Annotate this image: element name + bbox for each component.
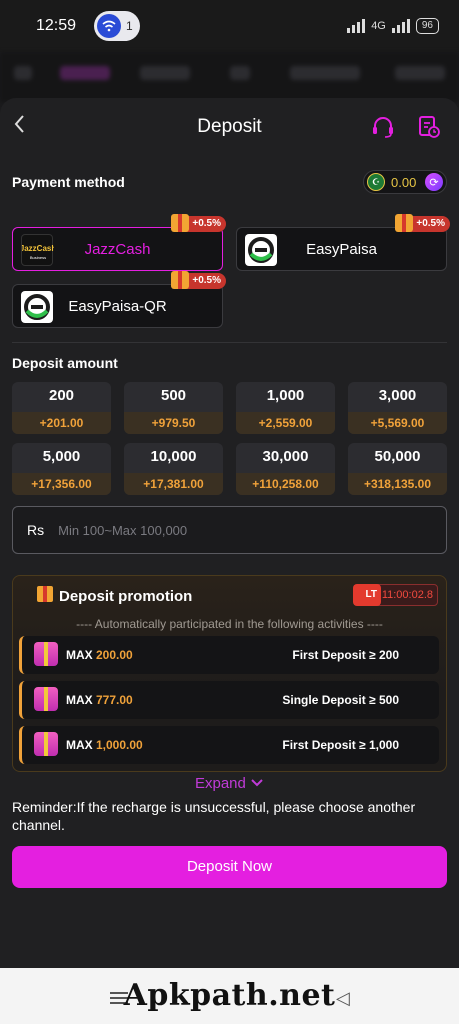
watermark: Apkpath.net bbox=[123, 978, 336, 1013]
headset-icon bbox=[373, 117, 393, 138]
svg-text:JazzCash: JazzCash bbox=[22, 244, 54, 253]
gift-icon bbox=[171, 214, 190, 232]
timer-value: 11:00:02.8 bbox=[381, 589, 433, 601]
expand-label: Expand bbox=[194, 775, 246, 792]
amount-value: 5,000 bbox=[42, 448, 81, 465]
amount-input[interactable] bbox=[58, 522, 419, 538]
network-type: 4G bbox=[371, 20, 386, 32]
amount-value: 10,000 bbox=[150, 448, 197, 465]
deposit-promotion-panel: Deposit promotion LT 11:00:02.8 ---- Aut… bbox=[12, 575, 447, 772]
reminder-text: Reminder:If the recharge is unsuccessful… bbox=[12, 799, 416, 833]
top-bar: Deposit bbox=[0, 98, 459, 156]
promotion-timer: LT 11:00:02.8 bbox=[353, 584, 438, 606]
amount-option[interactable]: 200 +201.00 bbox=[12, 382, 111, 434]
pakistan-flag-icon: ☪ bbox=[367, 173, 385, 191]
gift-icon bbox=[395, 214, 414, 232]
amount-bonus: +110,258.00 bbox=[236, 473, 335, 495]
expand-button[interactable]: Expand bbox=[0, 775, 459, 792]
deposit-amount-label: Deposit amount bbox=[12, 355, 118, 371]
max-label: MAX bbox=[66, 648, 93, 662]
amount-input-box[interactable]: Rs bbox=[12, 506, 447, 554]
gift-box-icon bbox=[34, 642, 58, 666]
payment-method-label: Payment method bbox=[12, 174, 125, 190]
max-value: 1,000.00 bbox=[96, 738, 143, 752]
amount-option[interactable]: 30,000 +110,258.00 bbox=[236, 443, 335, 495]
currency-symbol: Rs bbox=[27, 522, 45, 538]
amount-option[interactable]: 1,000 +2,559.00 bbox=[236, 382, 335, 434]
amount-bonus: +318,135.00 bbox=[348, 473, 447, 495]
wifi-icon bbox=[97, 14, 122, 38]
signal-icon bbox=[347, 19, 366, 33]
jazzcash-logo: JazzCash Business bbox=[20, 234, 56, 266]
gift-box-icon bbox=[34, 732, 58, 756]
promotion-condition: First Deposit ≥ 1,000 bbox=[282, 738, 399, 752]
promotion-condition: Single Deposit ≥ 500 bbox=[282, 693, 399, 707]
payment-method-easypaisa-qr[interactable]: EasyPaisa-QR +0.5% bbox=[12, 271, 226, 328]
amount-bonus: +979.50 bbox=[124, 412, 223, 434]
max-label: MAX bbox=[66, 738, 93, 752]
payment-method-jazzcash[interactable]: JazzCash Business JazzCash +0.5% bbox=[12, 214, 226, 271]
bonus-badge: +0.5% bbox=[171, 271, 226, 289]
max-value: 777.00 bbox=[96, 693, 133, 707]
max-label: MAX bbox=[66, 693, 93, 707]
bonus-badge: +0.5% bbox=[395, 214, 450, 232]
chevron-down-icon bbox=[251, 779, 263, 787]
amount-value: 30,000 bbox=[262, 448, 309, 465]
easypaisa-logo bbox=[245, 234, 277, 266]
amount-bonus: +17,356.00 bbox=[12, 473, 111, 495]
deposit-sheet: Deposit Payment method ☪ 0.00 ⟳ JazzCash… bbox=[0, 98, 459, 968]
deposit-now-button[interactable]: Deposit Now bbox=[12, 846, 447, 888]
status-indicators: 4G 96 bbox=[347, 18, 439, 34]
amount-option[interactable]: 5,000 +17,356.00 bbox=[12, 443, 111, 495]
status-time: 12:59 bbox=[36, 17, 77, 34]
promotion-condition: First Deposit ≥ 200 bbox=[292, 648, 399, 662]
balance-value: 0.00 bbox=[391, 174, 417, 190]
bonus-badge: +0.5% bbox=[171, 214, 226, 232]
promotion-row: MAX 777.00 Single Deposit ≥ 500 bbox=[19, 681, 439, 719]
status-bar: 12:59 1 4G 96 bbox=[0, 0, 459, 52]
amount-value: 50,000 bbox=[374, 448, 421, 465]
amount-value: 500 bbox=[160, 387, 187, 404]
payment-method-easypaisa[interactable]: EasyPaisa +0.5% bbox=[236, 214, 450, 271]
gift-icon bbox=[37, 586, 53, 602]
promotion-subtitle: ---- Automatically participated in the f… bbox=[76, 617, 383, 631]
gift-icon bbox=[171, 271, 190, 289]
gift-box-icon bbox=[34, 687, 58, 711]
promotion-row: MAX 1,000.00 First Deposit ≥ 1,000 bbox=[19, 726, 439, 764]
max-value: 200.00 bbox=[96, 648, 133, 662]
easypaisa-qr-logo bbox=[21, 291, 53, 323]
promotion-title: Deposit promotion bbox=[59, 588, 193, 605]
amount-option[interactable]: 10,000 +17,381.00 bbox=[124, 443, 223, 495]
amount-value: 200 bbox=[48, 387, 75, 404]
section-divider bbox=[12, 342, 447, 343]
svg-text:Business: Business bbox=[30, 255, 46, 260]
amount-bonus: +5,569.00 bbox=[348, 412, 447, 434]
amount-value: 1,000 bbox=[266, 387, 305, 404]
refresh-icon: ⟳ bbox=[429, 176, 439, 189]
deposit-record-button[interactable] bbox=[416, 114, 442, 140]
lightning-icon: LT bbox=[353, 584, 381, 606]
balance-display: ☪ 0.00 ⟳ bbox=[363, 170, 447, 194]
notification-count: 1 bbox=[126, 19, 133, 33]
signal-icon-2 bbox=[391, 19, 410, 33]
customer-service-button[interactable] bbox=[370, 114, 396, 140]
amount-bonus: +201.00 bbox=[12, 412, 111, 434]
battery-icon: 96 bbox=[415, 18, 439, 34]
amount-bonus: +2,559.00 bbox=[236, 412, 335, 434]
notification-pill[interactable]: 1 bbox=[94, 11, 141, 41]
record-icon bbox=[419, 116, 440, 138]
amount-value: 3,000 bbox=[378, 387, 417, 404]
amount-option[interactable]: 3,000 +5,569.00 bbox=[348, 382, 447, 434]
amount-option[interactable]: 500 +979.50 bbox=[124, 382, 223, 434]
amount-option[interactable]: 50,000 +318,135.00 bbox=[348, 443, 447, 495]
amount-bonus: +17,381.00 bbox=[124, 473, 223, 495]
background-header bbox=[0, 52, 459, 102]
refresh-balance-button[interactable]: ⟳ bbox=[425, 173, 443, 191]
promotion-row: MAX 200.00 First Deposit ≥ 200 bbox=[19, 636, 439, 674]
